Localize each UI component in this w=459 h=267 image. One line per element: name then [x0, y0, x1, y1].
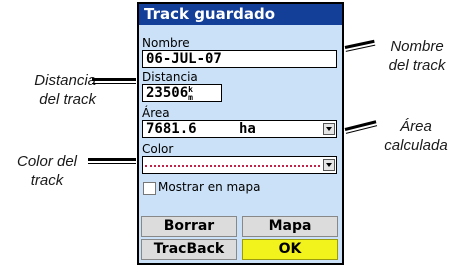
delete-button[interactable]: Borrar [141, 216, 237, 237]
callout-line: del track [388, 57, 446, 74]
leader-area [344, 120, 377, 131]
unit-bottom: m [188, 93, 193, 102]
area-value: 7681.6 [146, 121, 197, 137]
callout-track-color: Color del track [6, 152, 88, 190]
show-on-map-label: Mostrar en mapa [158, 180, 261, 194]
distance-value: 23506 [146, 85, 189, 101]
leader-distance [92, 78, 136, 84]
distance-unit: km [188, 86, 193, 102]
track-saved-screen: Track guardado Nombre 06-JUL-07 Distanci… [139, 4, 342, 263]
color-swatch-line [145, 165, 320, 167]
gps-device-frame: Track guardado Nombre 06-JUL-07 Distanci… [137, 2, 344, 265]
area-unit-dropdown-icon[interactable] [323, 123, 335, 135]
callout-line: track [30, 172, 64, 189]
callout-line: Área [400, 118, 432, 135]
callout-line: Color del [16, 153, 78, 170]
callout-line: Distancia [34, 72, 96, 89]
track-name-field[interactable]: 06-JUL-07 [142, 50, 337, 68]
distance-label: Distancia [142, 70, 198, 84]
leader-name [344, 39, 375, 49]
ok-button[interactable]: OK [242, 239, 338, 260]
color-dropdown-icon[interactable] [323, 159, 335, 171]
callout-track-name: Nombre del track [378, 37, 456, 75]
name-label: Nombre [142, 36, 190, 50]
callout-line: calculada [384, 137, 448, 154]
area-unit: ha [239, 121, 256, 137]
map-button[interactable]: Mapa [242, 216, 338, 237]
trackback-button[interactable]: TracBack [141, 239, 237, 260]
callout-calc-area: Área calculada [376, 117, 456, 155]
area-label: Área [142, 106, 170, 120]
callout-line: del track [39, 91, 96, 108]
leader-color [88, 158, 136, 164]
show-on-map-checkbox[interactable] [143, 182, 156, 195]
color-label: Color [142, 142, 174, 156]
window-title: Track guardado [139, 4, 342, 25]
callout-line: Nombre [390, 38, 444, 55]
area-field[interactable]: 7681.6 ha [142, 120, 337, 138]
track-distance-field: 23506k m [142, 84, 222, 102]
callout-track-distance: Distancia del track [6, 71, 96, 109]
color-dropdown[interactable] [142, 156, 337, 174]
